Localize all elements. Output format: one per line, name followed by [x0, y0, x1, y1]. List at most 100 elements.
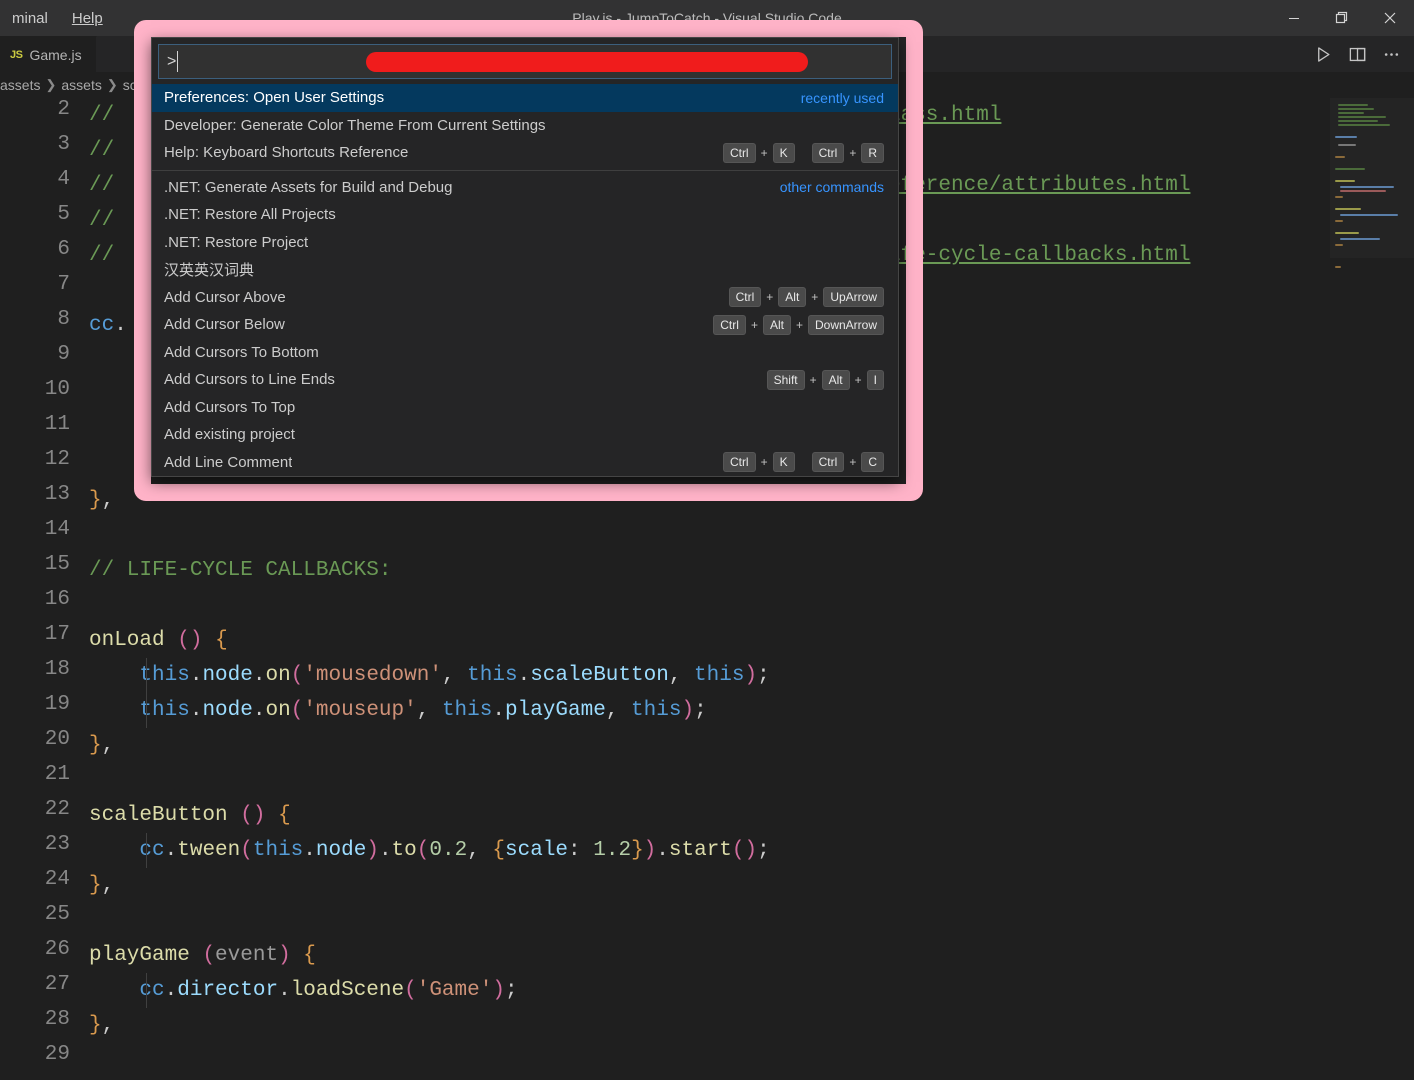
command-palette[interactable]: > Preferences: Open User Settings recentl… [151, 37, 899, 477]
code-line-24: }, [89, 874, 115, 897]
command-palette-item[interactable]: .NET: Restore Project [152, 229, 898, 257]
restore-icon [1335, 11, 1348, 24]
line-number: 10 [44, 378, 70, 401]
breadcrumb-item-0[interactable]: assets [0, 77, 40, 93]
command-palette-item[interactable]: Help: Keyboard Shortcuts Reference Ctrl + K… [152, 139, 898, 167]
keybinding-key: Ctrl [811, 452, 845, 473]
code-line-13: }, [89, 489, 115, 512]
breadcrumb-item-1[interactable]: assets [61, 77, 101, 93]
line-number: 24 [44, 868, 70, 891]
keybinding-key: I [866, 369, 884, 390]
indent-guide [146, 308, 147, 413]
indent-guide [146, 973, 147, 1008]
command-palette-item-meta: Ctrl + K Ctrl + C [722, 452, 884, 473]
keybinding-key: K [772, 452, 795, 473]
tab-game-js[interactable]: JS Game.js [0, 36, 97, 72]
minimize-button[interactable] [1270, 0, 1318, 36]
command-palette-item[interactable]: Add Cursor Below Ctrl + Alt + DownArrow [152, 311, 898, 339]
keybinding-plus: + [811, 290, 819, 305]
command-palette-item-label: Add Cursor Above [164, 288, 286, 306]
command-palette-item[interactable]: Add Line Comment Ctrl + K Ctrl + C [152, 449, 898, 477]
command-palette-item[interactable]: .NET: Restore All Projects [152, 201, 898, 229]
code-line-4: // [89, 174, 115, 197]
line-number: 22 [44, 798, 70, 821]
close-button[interactable] [1366, 0, 1414, 36]
line-number: 6 [57, 238, 70, 261]
keybinding-plus: + [750, 317, 758, 332]
command-palette-item[interactable]: Add existing project [152, 421, 898, 449]
code-line-6: // [89, 244, 115, 267]
command-palette-item-label: Add Cursors to Line Ends [164, 371, 335, 389]
ellipsis-icon [1384, 52, 1398, 56]
command-palette-item-label: Add Cursors To Bottom [164, 343, 319, 361]
indent-guide [146, 658, 147, 728]
code-comment-link-2[interactable]: lass.html [888, 98, 1001, 133]
restore-button[interactable] [1318, 0, 1366, 36]
chevron-right-icon: ❯ [45, 77, 57, 92]
line-number: 13 [44, 483, 70, 506]
command-palette-item[interactable]: 汉英英汉词典 [152, 256, 898, 284]
line-number: 11 [44, 413, 70, 436]
line-number: 3 [57, 133, 70, 156]
command-palette-item[interactable]: Add Cursors to Line Ends Shift + Alt + I [152, 366, 898, 394]
command-palette-item[interactable]: Preferences: Open User Settings recently … [152, 84, 898, 112]
text-caret [177, 51, 179, 72]
redaction-overlay [366, 52, 808, 72]
command-palette-item[interactable]: Add Cursors To Top [152, 394, 898, 422]
line-number: 26 [44, 938, 70, 961]
tab-label: Game.js [29, 46, 82, 63]
line-number: 16 [44, 588, 70, 611]
play-icon [1317, 46, 1329, 62]
line-number: 23 [44, 833, 70, 856]
command-palette-list[interactable]: Preferences: Open User Settings recently … [152, 83, 898, 476]
keybinding-key: Alt [778, 287, 807, 308]
command-palette-input[interactable]: > [158, 44, 892, 79]
line-number: 20 [44, 728, 70, 751]
command-palette-item[interactable]: Add Cursor Above Ctrl + Alt + UpArrow [152, 284, 898, 312]
menu-help[interactable]: Help [60, 6, 115, 31]
keybinding-plus: + [760, 145, 768, 160]
command-palette-separator [152, 169, 898, 171]
command-palette-item[interactable]: Add Cursors To Bottom [152, 339, 898, 367]
line-number: 27 [44, 973, 70, 996]
command-palette-item-label: .NET: Generate Assets for Build and Debu… [164, 178, 453, 196]
line-number: 29 [44, 1043, 70, 1066]
command-palette-item-label: .NET: Restore Project [164, 233, 309, 251]
command-palette-item-label: Add Cursor Below [164, 316, 285, 334]
command-palette-item-label: Help: Keyboard Shortcuts Reference [164, 144, 409, 162]
editor-action-bar [1308, 36, 1406, 72]
line-number: 28 [44, 1008, 70, 1031]
more-actions-button[interactable] [1376, 39, 1406, 69]
line-number: 19 [44, 693, 70, 716]
line-number: 8 [57, 308, 70, 331]
split-editor-button[interactable] [1342, 39, 1372, 69]
breadcrumb-item-2[interactable]: sc [123, 77, 137, 93]
command-palette-item[interactable]: Developer: Generate Color Theme From Cur… [152, 112, 898, 140]
code-line-18: this.node.on('mousedown', this.scaleButt… [139, 664, 770, 687]
keybinding-key: Ctrl [811, 142, 845, 163]
menu-terminal[interactable]: minal [0, 6, 60, 31]
minimap-slider[interactable] [1330, 98, 1414, 258]
menu-help-label: Help [71, 9, 103, 27]
command-palette-input-wrap: > [152, 38, 898, 83]
command-palette-group-label: other commands [779, 179, 884, 196]
line-number: 9 [57, 343, 70, 366]
code-line-15: // LIFE-CYCLE CALLBACKS: [89, 559, 392, 582]
keybinding-key: Ctrl [713, 314, 746, 335]
code-line-8: cc. [89, 314, 127, 337]
command-palette-item-label: .NET: Restore All Projects [164, 206, 336, 224]
minimap[interactable] [1330, 98, 1414, 1080]
keybinding-key: Shift [766, 369, 805, 390]
code-comment-link-6[interactable]: ife-cycle-callbacks.html [888, 238, 1190, 273]
chevron-right-icon: ❯ [106, 77, 118, 92]
command-palette-item-label: Preferences: Open User Settings [164, 89, 385, 107]
run-button[interactable] [1308, 39, 1338, 69]
line-number: 21 [44, 763, 70, 786]
menu-bar: minal Help [0, 0, 115, 36]
minimize-icon [1289, 18, 1299, 19]
command-palette-item[interactable]: .NET: Generate Assets for Build and Debu… [152, 174, 898, 202]
code-comment-link-4[interactable]: eference/attributes.html [888, 168, 1190, 203]
command-palette-item-label: Add existing project [164, 426, 295, 444]
command-palette-group-label: recently used [800, 89, 884, 106]
keybinding-key: Ctrl [728, 287, 762, 308]
